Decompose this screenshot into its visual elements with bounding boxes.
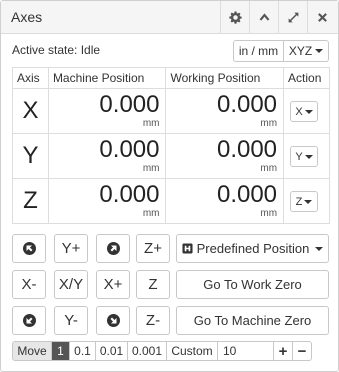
table-row: X 0.000 mm 0.000 mm X: [12, 88, 330, 134]
unit-label: mm: [142, 118, 160, 129]
jog-x-minus-button[interactable]: X-: [12, 270, 46, 299]
jog-y-plus-button[interactable]: Y+: [54, 234, 88, 263]
arrow-up-left-icon: [22, 242, 36, 255]
collapse-button[interactable]: [249, 1, 278, 34]
axes-table: Axis Machine Position Working Position A…: [12, 67, 330, 224]
axis-label: Y: [12, 133, 49, 179]
unit-label: mm: [260, 208, 278, 219]
custom-step-decrease-button[interactable]: −: [293, 341, 312, 361]
caret-down-icon: [315, 246, 324, 251]
panel-header: Axes: [1, 1, 338, 34]
jog-y-minus-button[interactable]: Y-: [54, 306, 88, 335]
close-icon: [317, 13, 327, 22]
custom-step-input[interactable]: 10: [218, 341, 274, 361]
step-0-01-button[interactable]: 0.01: [96, 341, 128, 361]
jog-x-plus-button[interactable]: X+: [96, 270, 130, 299]
machine-position-cell: 0.000 mm: [47, 178, 167, 224]
expand-button[interactable]: [278, 1, 307, 34]
step-1-button[interactable]: 1: [52, 341, 70, 361]
axes-panel: Axes Active state: Idle in / mm XYZ Axis…: [0, 0, 339, 372]
unit-label: mm: [260, 118, 278, 129]
axes-select-button[interactable]: XYZ: [284, 40, 329, 62]
active-state: Active state: Idle: [12, 43, 101, 57]
action-cell: X: [283, 88, 330, 134]
jog-z-minus-button[interactable]: Z-: [136, 306, 170, 335]
working-position-value: 0.000: [216, 91, 278, 118]
working-position-value: 0.000: [216, 136, 278, 163]
axes-select-label: XYZ: [288, 44, 313, 58]
machine-position-cell: 0.000 mm: [47, 88, 167, 134]
axis-action-dropdown-y[interactable]: Y: [290, 146, 319, 167]
jog-x-minus-y-minus-button[interactable]: [12, 306, 46, 335]
col-header-working: Working Position: [165, 67, 285, 89]
action-cell: Y: [283, 133, 330, 179]
caret-down-icon: [315, 49, 324, 53]
chevron-up-icon: [259, 13, 269, 21]
machine-position-value: 0.000: [99, 136, 160, 163]
machine-position-value: 0.000: [99, 91, 160, 118]
col-header-machine: Machine Position: [47, 67, 167, 89]
jog-xy-zero-button[interactable]: X/Y: [54, 270, 88, 299]
gear-icon: [228, 11, 242, 24]
table-row: Y 0.000 mm 0.000 mm Y: [12, 133, 330, 179]
move-label: Move: [12, 341, 52, 361]
caret-down-icon: [304, 154, 313, 159]
unit-label: mm: [260, 163, 278, 174]
action-label: Z: [295, 195, 303, 208]
move-step-bar: Move 1 0.1 0.01 0.001 Custom 10 + −: [12, 341, 312, 361]
expand-icon: [288, 12, 298, 23]
arrow-up-right-icon: [106, 242, 120, 255]
working-position-cell: 0.000 mm: [165, 178, 285, 224]
panel-title: Axes: [11, 9, 43, 25]
machine-position-cell: 0.000 mm: [47, 133, 167, 179]
axis-action-dropdown-z[interactable]: Z: [290, 191, 319, 212]
col-header-axis: Axis: [12, 67, 49, 89]
predefined-position-label: Predefined Position: [196, 241, 310, 256]
arrow-down-right-icon: [106, 314, 120, 327]
jog-x-minus-y-plus-button[interactable]: [12, 234, 46, 263]
col-header-action: Action: [283, 67, 330, 89]
axis-label: Z: [12, 178, 49, 224]
caret-down-icon: [304, 109, 313, 114]
unit-group: in / mm XYZ: [233, 40, 329, 62]
jog-x-plus-y-plus-button[interactable]: [96, 234, 130, 263]
close-button[interactable]: [307, 1, 336, 34]
working-position-cell: 0.000 mm: [165, 88, 285, 134]
go-to-work-zero-button[interactable]: Go To Work Zero: [176, 270, 329, 299]
working-position-cell: 0.000 mm: [165, 133, 285, 179]
jog-z-zero-button[interactable]: Z: [136, 270, 170, 299]
custom-step-button[interactable]: Custom: [167, 341, 218, 361]
unit-label: mm: [142, 163, 160, 174]
go-to-machine-zero-button[interactable]: Go To Machine Zero: [176, 306, 329, 335]
jog-z-plus-button[interactable]: Z+: [136, 234, 170, 263]
arrow-down-left-icon: [22, 314, 36, 327]
caret-down-icon: [304, 199, 313, 204]
action-label: Y: [295, 150, 303, 163]
action-cell: Z: [283, 178, 330, 224]
step-0-001-button[interactable]: 0.001: [128, 341, 167, 361]
machine-position-value: 0.000: [99, 181, 160, 208]
action-label: X: [295, 105, 303, 118]
home-icon: [182, 243, 193, 254]
working-position-value: 0.000: [216, 181, 278, 208]
settings-button[interactable]: [220, 1, 249, 34]
unit-label: mm: [142, 208, 160, 219]
units-toggle-button[interactable]: in / mm: [233, 40, 284, 62]
custom-step-increase-button[interactable]: +: [274, 341, 293, 361]
step-0-1-button[interactable]: 0.1: [70, 341, 96, 361]
jog-x-plus-y-minus-button[interactable]: [96, 306, 130, 335]
axis-action-dropdown-x[interactable]: X: [290, 101, 319, 122]
axis-label: X: [12, 88, 49, 134]
table-row: Z 0.000 mm 0.000 mm Z: [12, 178, 330, 224]
predefined-position-button[interactable]: Predefined Position: [176, 234, 329, 263]
